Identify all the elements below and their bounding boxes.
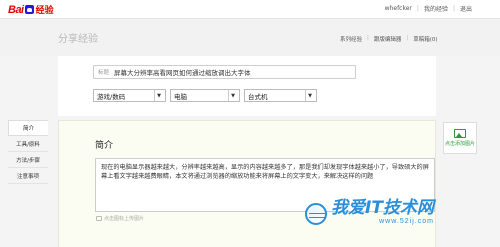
series-experience-link[interactable]: 系列经验 <box>340 35 362 43</box>
my-experience-link[interactable]: 我的经验 <box>424 4 448 13</box>
title-field-value: 屏幕大分辨率高看网页如何通过缩放调出大字体 <box>114 69 251 77</box>
title-field[interactable]: 标题 屏幕大分辨率高看网页如何通过缩放调出大字体 <box>93 65 356 79</box>
divider: | <box>367 35 369 41</box>
sidebar-item-tools[interactable]: 工具/原料 <box>8 136 48 152</box>
title-field-label: 标题 <box>98 70 110 76</box>
chevron-down-icon: ▼ <box>228 90 237 101</box>
category-select-3-value: 台式机 <box>248 92 268 101</box>
divider: | <box>416 5 419 12</box>
divider: | <box>452 5 455 12</box>
upload-hint-text: 点击图标上传图片 <box>104 216 145 222</box>
sidebar-item-notes[interactable]: 注意事项 <box>8 168 48 184</box>
watermark: 我爱IT技术网 www.52ij.com <box>305 199 434 225</box>
section-sidebar: 简介 工具/原料 方法/步骤 注意事项 <box>8 120 48 184</box>
category-select-2[interactable]: 电脑 ▼ <box>170 89 240 102</box>
chevron-down-icon: ▼ <box>305 90 314 101</box>
watermark-text: 我爱IT技术网 www.52ij.com <box>331 198 434 226</box>
sub-links: 系列经验 | 跟版编辑器 | 草稿箱(0) <box>340 35 438 43</box>
username-link[interactable]: whefcker <box>385 5 412 12</box>
watermark-main-text: 我爱IT技术网 <box>331 198 434 218</box>
category-select-3[interactable]: 台式机 ▼ <box>244 89 317 102</box>
editor-link[interactable]: 跟版编辑器 <box>374 35 402 43</box>
logo-bai-text: Bai <box>8 3 24 16</box>
drafts-link[interactable]: 草稿箱(0) <box>413 35 437 43</box>
baidu-paw-icon <box>24 5 34 14</box>
page-title: 分享经验 <box>58 34 98 45</box>
sidebar-item-intro[interactable]: 简介 <box>8 120 48 136</box>
logo-jingyan-text: 经验 <box>35 6 54 16</box>
user-links: whefcker | 我的经验 | 退出 <box>385 4 472 13</box>
category-select-2-value: 电脑 <box>174 92 187 101</box>
intro-heading: 简介 <box>95 141 114 151</box>
chevron-down-icon: ▼ <box>154 90 163 101</box>
divider: | <box>406 35 409 41</box>
globe-icon <box>305 203 327 225</box>
category-select-1-value: 游戏/数码 <box>97 92 126 101</box>
camera-icon <box>96 216 102 221</box>
sidebar-item-steps[interactable]: 方法/步骤 <box>8 152 48 168</box>
top-bar: Bai 经验 whefcker | 我的经验 | 退出 <box>0 0 500 19</box>
logout-link[interactable]: 退出 <box>460 4 472 13</box>
category-select-1[interactable]: 游戏/数码 ▼ <box>93 89 166 102</box>
watermark-url: www.52ij.com <box>379 218 434 225</box>
image-icon <box>454 129 466 138</box>
add-image-button[interactable]: 点击添加图片 <box>443 122 477 154</box>
upload-hint[interactable]: 点击图标上传图片 <box>96 215 144 222</box>
baidu-jingyan-logo[interactable]: Bai 经验 <box>8 3 54 17</box>
add-image-label: 点击添加图片 <box>444 141 475 147</box>
